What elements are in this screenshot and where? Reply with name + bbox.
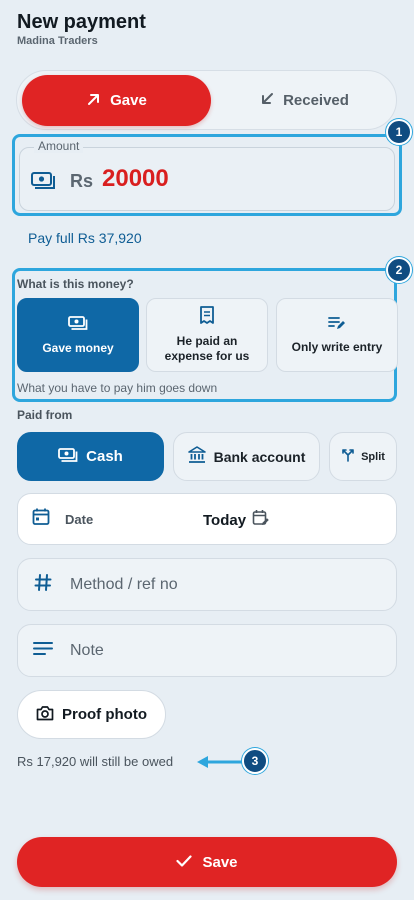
cash-label: Cash (86, 448, 123, 465)
calendar-icon (32, 508, 50, 531)
banknote-icon (31, 170, 55, 195)
method-field[interactable]: Method / ref no (17, 558, 397, 611)
page-title: New payment (17, 11, 146, 33)
annotation-marker-1: 1 (386, 119, 412, 145)
note-field[interactable]: Note (17, 624, 397, 677)
purpose-question: What is this money? (17, 277, 134, 291)
option-write-entry[interactable]: Only write entry (276, 298, 398, 372)
paid-from-cash[interactable]: Cash (17, 432, 164, 481)
received-button[interactable]: Received (214, 75, 394, 126)
arrow-down-left-icon (259, 91, 275, 111)
option-label: He paid an expense for us (164, 334, 250, 363)
party-name: Madina Traders (17, 35, 98, 47)
banknote-icon (68, 315, 88, 335)
arrow-up-right-icon (86, 91, 102, 111)
currency-label: Rs (70, 171, 94, 191)
option-label: Gave money (42, 340, 114, 355)
cash-icon (58, 447, 78, 467)
bank-icon (187, 446, 206, 467)
check-icon (176, 854, 193, 871)
page-header: New payment Madina Traders (17, 10, 146, 47)
paid-from-label: Paid from (17, 408, 73, 422)
annotation-marker-3: 3 (242, 748, 268, 774)
date-label: Date (65, 512, 94, 527)
paid-from-bank[interactable]: Bank account (173, 432, 320, 481)
save-label: Save (202, 853, 238, 871)
purpose-hint: What you have to pay him goes down (17, 381, 218, 395)
option-paid-expense[interactable]: He paid an expense for us (146, 298, 268, 372)
date-value-text: Today (203, 511, 247, 529)
option-gave-money[interactable]: Gave money (17, 298, 139, 372)
bank-label: Bank account (213, 448, 306, 465)
receipt-icon (199, 306, 215, 328)
gave-button[interactable]: Gave (22, 75, 211, 126)
notes-lines-icon (33, 641, 53, 660)
note-placeholder: Note (70, 641, 104, 659)
edit-list-icon (328, 316, 346, 334)
pay-full-link[interactable]: Pay full Rs 37,920 (28, 230, 142, 246)
proof-photo-label: Proof photo (62, 706, 147, 723)
proof-photo-button[interactable]: Proof photo (17, 690, 166, 739)
amount-value[interactable]: 20000 (102, 165, 169, 193)
date-field[interactable]: Date Today (17, 493, 397, 545)
direction-toggle: Gave Received (16, 70, 397, 130)
amount-field[interactable]: Amount Rs 20000 (19, 139, 395, 211)
save-button[interactable]: Save (17, 837, 397, 887)
split-label: Split (361, 450, 385, 463)
annotation-marker-2: 2 (386, 257, 412, 283)
date-value[interactable]: Today (203, 509, 270, 531)
received-label: Received (283, 92, 349, 109)
owed-remaining-text: Rs 17,920 will still be owed (17, 754, 174, 769)
gave-label: Gave (110, 92, 147, 109)
amount-label: Amount (34, 139, 84, 153)
method-placeholder: Method / ref no (70, 575, 178, 593)
paid-from-split[interactable]: Split (329, 432, 397, 481)
option-label: Only write entry (291, 339, 383, 354)
camera-icon (36, 705, 54, 725)
hash-icon (34, 573, 52, 596)
split-icon (341, 448, 355, 465)
calendar-edit-icon (252, 509, 270, 531)
annotation-arrow (196, 755, 242, 774)
